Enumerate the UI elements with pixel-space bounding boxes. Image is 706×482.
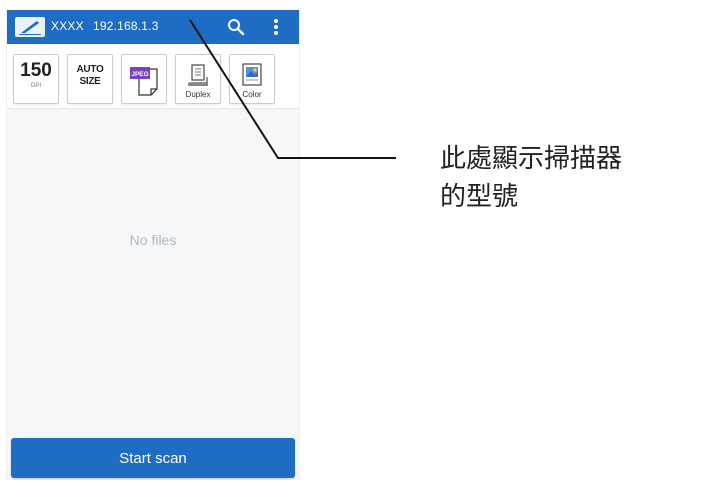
paper-size-button[interactable]: AUTO SIZE <box>67 54 113 104</box>
color-mode-button[interactable]: Color <box>229 54 275 104</box>
app-bar: XXXX 192.168.1.3 <box>7 10 299 44</box>
overflow-menu-icon[interactable] <box>269 16 283 38</box>
search-icon[interactable] <box>225 16 247 38</box>
resolution-button[interactable]: 150 DPI <box>13 54 59 104</box>
scan-settings-toolbar: 150 DPI AUTO SIZE JPEG Duplex Color <box>7 44 299 109</box>
scanner-logo-icon <box>15 17 45 37</box>
duplex-button[interactable]: Duplex <box>175 54 221 104</box>
callout-annotation: 此處顯示掃描器 的型號 <box>440 140 700 216</box>
scanner-ip-address: 192.168.1.3 <box>93 19 159 33</box>
resolution-value: 150 <box>20 60 52 81</box>
empty-file-list-message: No files <box>129 232 177 248</box>
jpeg-file-icon: JPEG <box>130 67 158 96</box>
scanner-model-name: XXXX <box>51 19 84 33</box>
paper-size-label-line1: AUTO <box>76 64 104 75</box>
paper-size-label-line2: SIZE <box>79 76 101 87</box>
color-image-icon <box>242 63 262 86</box>
file-format-button[interactable]: JPEG <box>121 54 167 104</box>
format-badge: JPEG <box>131 71 148 78</box>
start-scan-button[interactable]: Start scan <box>11 438 295 478</box>
callout-text-line2: 的型號 <box>440 182 519 212</box>
color-mode-label: Color <box>242 90 262 99</box>
callout-text-line1: 此處顯示掃描器 <box>440 144 623 174</box>
duplex-label: Duplex <box>185 90 211 99</box>
resolution-unit: DPI <box>30 83 41 89</box>
scanner-app-screen: XXXX 192.168.1.3 150 DPI AUTO SIZE JPEG <box>6 10 300 480</box>
duplex-icon <box>188 64 208 86</box>
